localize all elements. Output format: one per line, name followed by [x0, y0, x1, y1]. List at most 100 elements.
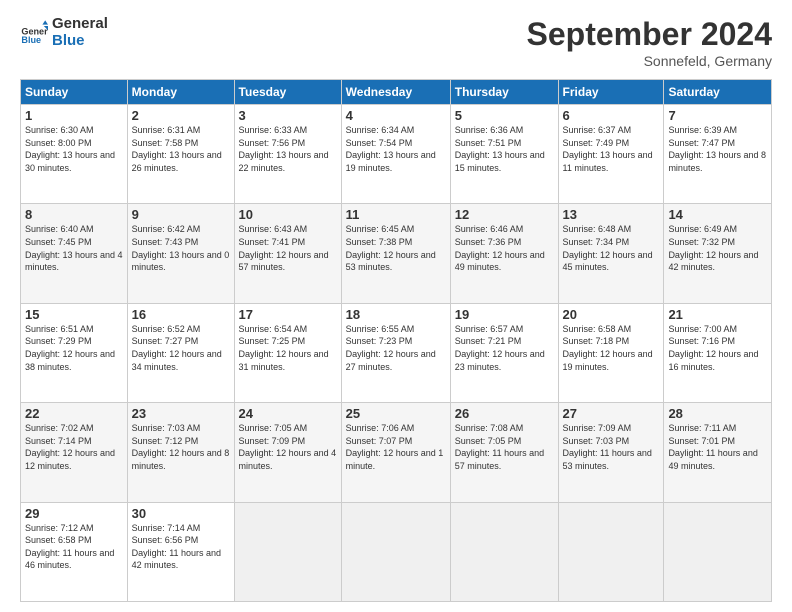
logo-text-line2: Blue	[52, 33, 108, 50]
day-info: Sunrise: 6:51 AMSunset: 7:29 PMDaylight:…	[25, 324, 115, 372]
day-info: Sunrise: 7:12 AMSunset: 6:58 PMDaylight:…	[25, 523, 114, 571]
col-friday: Friday	[558, 80, 664, 105]
day-info: Sunrise: 6:48 AMSunset: 7:34 PMDaylight:…	[563, 224, 653, 272]
day-info: Sunrise: 6:58 AMSunset: 7:18 PMDaylight:…	[563, 324, 653, 372]
day-info: Sunrise: 7:14 AMSunset: 6:56 PMDaylight:…	[132, 523, 221, 571]
day-number: 27	[563, 406, 660, 421]
calendar-cell: 18 Sunrise: 6:55 AMSunset: 7:23 PMDayligh…	[341, 303, 450, 402]
day-number: 19	[455, 307, 554, 322]
day-info: Sunrise: 6:36 AMSunset: 7:51 PMDaylight:…	[455, 125, 545, 173]
calendar-cell: 29 Sunrise: 7:12 AMSunset: 6:58 PMDayligh…	[21, 502, 128, 601]
day-info: Sunrise: 6:40 AMSunset: 7:45 PMDaylight:…	[25, 224, 123, 272]
day-number: 30	[132, 506, 230, 521]
month-title: September 2024	[527, 16, 772, 53]
day-number: 26	[455, 406, 554, 421]
day-number: 15	[25, 307, 123, 322]
day-info: Sunrise: 6:52 AMSunset: 7:27 PMDaylight:…	[132, 324, 222, 372]
day-info: Sunrise: 7:09 AMSunset: 7:03 PMDaylight:…	[563, 423, 652, 471]
day-info: Sunrise: 6:34 AMSunset: 7:54 PMDaylight:…	[346, 125, 436, 173]
calendar-cell: 7 Sunrise: 6:39 AMSunset: 7:47 PMDaylight…	[664, 105, 772, 204]
day-info: Sunrise: 6:54 AMSunset: 7:25 PMDaylight:…	[239, 324, 329, 372]
calendar-cell: 12Sunrise: 6:46 AMSunset: 7:36 PMDayligh…	[450, 204, 558, 303]
day-info: Sunrise: 6:33 AMSunset: 7:56 PMDaylight:…	[239, 125, 329, 173]
day-number: 5	[455, 108, 554, 123]
day-number: 10	[239, 207, 337, 222]
day-number: 21	[668, 307, 767, 322]
day-number: 12	[455, 207, 554, 222]
day-info: Sunrise: 7:06 AMSunset: 7:07 PMDaylight:…	[346, 423, 444, 471]
day-info: Sunrise: 6:57 AMSunset: 7:21 PMDaylight:…	[455, 324, 545, 372]
day-info: Sunrise: 6:30 AMSunset: 8:00 PMDaylight:…	[25, 125, 115, 173]
calendar-cell: 25 Sunrise: 7:06 AMSunset: 7:07 PMDayligh…	[341, 403, 450, 502]
day-info: Sunrise: 7:03 AMSunset: 7:12 PMDaylight:…	[132, 423, 230, 471]
col-tuesday: Tuesday	[234, 80, 341, 105]
col-sunday: Sunday	[21, 80, 128, 105]
header: General Blue General Blue September 2024…	[20, 16, 772, 69]
day-number: 20	[563, 307, 660, 322]
calendar-cell: 23 Sunrise: 7:03 AMSunset: 7:12 PMDayligh…	[127, 403, 234, 502]
day-info: Sunrise: 6:39 AMSunset: 7:47 PMDaylight:…	[668, 125, 766, 173]
calendar-cell	[234, 502, 341, 601]
calendar-cell: 2Sunrise: 6:31 AMSunset: 7:58 PMDaylight…	[127, 105, 234, 204]
calendar-cell: 10Sunrise: 6:43 AMSunset: 7:41 PMDayligh…	[234, 204, 341, 303]
calendar-cell: 14 Sunrise: 6:49 AMSunset: 7:32 PMDayligh…	[664, 204, 772, 303]
day-number: 6	[563, 108, 660, 123]
calendar-cell: 16Sunrise: 6:52 AMSunset: 7:27 PMDayligh…	[127, 303, 234, 402]
calendar-cell: 1 Sunrise: 6:30 AMSunset: 8:00 PMDaylight…	[21, 105, 128, 204]
day-info: Sunrise: 6:45 AMSunset: 7:38 PMDaylight:…	[346, 224, 436, 272]
day-number: 24	[239, 406, 337, 421]
day-number: 23	[132, 406, 230, 421]
day-info: Sunrise: 6:37 AMSunset: 7:49 PMDaylight:…	[563, 125, 653, 173]
calendar-cell: 8Sunrise: 6:40 AMSunset: 7:45 PMDaylight…	[21, 204, 128, 303]
day-info: Sunrise: 6:31 AMSunset: 7:58 PMDaylight:…	[132, 125, 222, 173]
col-thursday: Thursday	[450, 80, 558, 105]
col-wednesday: Wednesday	[341, 80, 450, 105]
calendar-cell: 11 Sunrise: 6:45 AMSunset: 7:38 PMDayligh…	[341, 204, 450, 303]
calendar-cell: 19 Sunrise: 6:57 AMSunset: 7:21 PMDayligh…	[450, 303, 558, 402]
day-number: 4	[346, 108, 446, 123]
day-number: 7	[668, 108, 767, 123]
page: General Blue General Blue September 2024…	[0, 0, 792, 612]
day-number: 29	[25, 506, 123, 521]
calendar-cell: 4 Sunrise: 6:34 AMSunset: 7:54 PMDaylight…	[341, 105, 450, 204]
day-number: 28	[668, 406, 767, 421]
calendar-cell: 21Sunrise: 7:00 AMSunset: 7:16 PMDayligh…	[664, 303, 772, 402]
day-info: Sunrise: 7:08 AMSunset: 7:05 PMDaylight:…	[455, 423, 544, 471]
logo-icon: General Blue	[20, 19, 48, 47]
calendar-cell: 13 Sunrise: 6:48 AMSunset: 7:34 PMDayligh…	[558, 204, 664, 303]
calendar-cell	[341, 502, 450, 601]
calendar-cell: 26 Sunrise: 7:08 AMSunset: 7:05 PMDayligh…	[450, 403, 558, 502]
calendar-cell: 6 Sunrise: 6:37 AMSunset: 7:49 PMDaylight…	[558, 105, 664, 204]
day-number: 18	[346, 307, 446, 322]
day-number: 3	[239, 108, 337, 123]
day-number: 13	[563, 207, 660, 222]
day-number: 9	[132, 207, 230, 222]
calendar-cell: 17 Sunrise: 6:54 AMSunset: 7:25 PMDayligh…	[234, 303, 341, 402]
location-subtitle: Sonnefeld, Germany	[527, 53, 772, 69]
day-number: 11	[346, 207, 446, 222]
calendar-cell	[450, 502, 558, 601]
calendar-cell: 28 Sunrise: 7:11 AMSunset: 7:01 PMDayligh…	[664, 403, 772, 502]
title-block: September 2024 Sonnefeld, Germany	[527, 16, 772, 69]
day-info: Sunrise: 6:55 AMSunset: 7:23 PMDaylight:…	[346, 324, 436, 372]
calendar-cell: 20 Sunrise: 6:58 AMSunset: 7:18 PMDayligh…	[558, 303, 664, 402]
calendar-cell: 30 Sunrise: 7:14 AMSunset: 6:56 PMDayligh…	[127, 502, 234, 601]
calendar-cell: 27 Sunrise: 7:09 AMSunset: 7:03 PMDayligh…	[558, 403, 664, 502]
day-number: 22	[25, 406, 123, 421]
day-info: Sunrise: 6:49 AMSunset: 7:32 PMDaylight:…	[668, 224, 758, 272]
day-number: 17	[239, 307, 337, 322]
calendar-cell: 9 Sunrise: 6:42 AMSunset: 7:43 PMDaylight…	[127, 204, 234, 303]
day-number: 14	[668, 207, 767, 222]
day-info: Sunrise: 7:05 AMSunset: 7:09 PMDaylight:…	[239, 423, 337, 471]
day-number: 25	[346, 406, 446, 421]
calendar-cell	[664, 502, 772, 601]
day-number: 1	[25, 108, 123, 123]
col-saturday: Saturday	[664, 80, 772, 105]
day-info: Sunrise: 6:42 AMSunset: 7:43 PMDaylight:…	[132, 224, 230, 272]
day-info: Sunrise: 7:11 AMSunset: 7:01 PMDaylight:…	[668, 423, 757, 471]
logo-text-line1: General	[52, 16, 108, 33]
col-monday: Monday	[127, 80, 234, 105]
calendar-cell: 15 Sunrise: 6:51 AMSunset: 7:29 PMDayligh…	[21, 303, 128, 402]
logo: General Blue General Blue	[20, 16, 108, 49]
calendar-cell: 5 Sunrise: 6:36 AMSunset: 7:51 PMDaylight…	[450, 105, 558, 204]
